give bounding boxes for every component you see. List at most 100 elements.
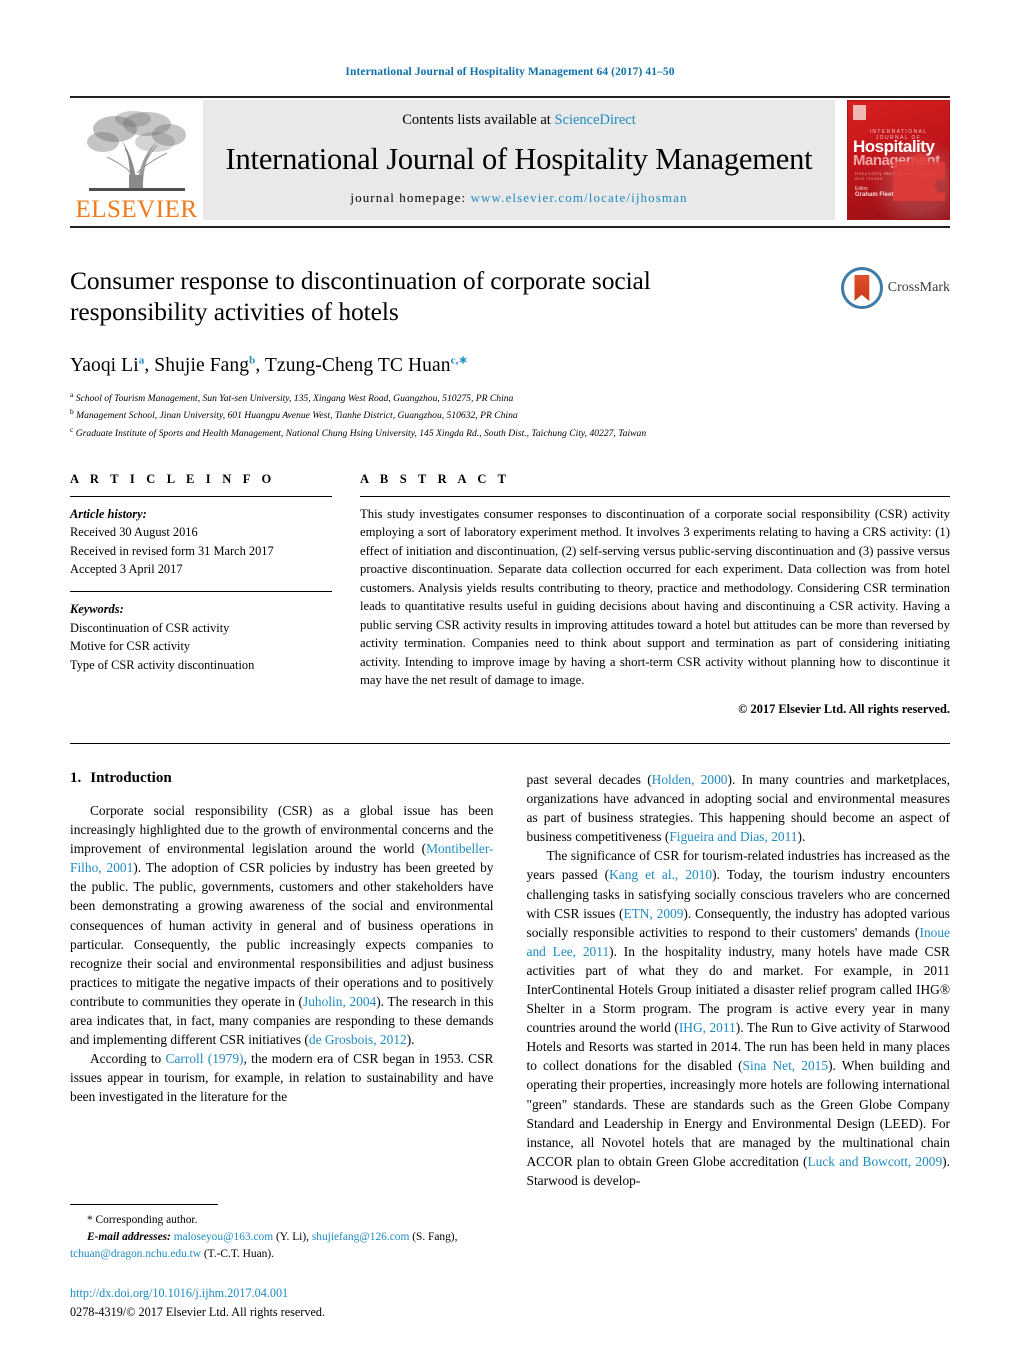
contents-line: Contents lists available at ScienceDirec…	[402, 112, 636, 129]
crossmark-icon	[840, 267, 883, 309]
keyword-2: Motive for CSR activity	[70, 639, 191, 654]
intro-r2-part-f: ). When building and operating their pro…	[526, 1058, 951, 1169]
intro-paragraph-1-continued: past several decades (Holden, 2000). In …	[527, 770, 951, 846]
article-history-revised: Received in revised form 31 March 2017	[70, 543, 274, 558]
page-title: Consumer response to discontinuation of …	[70, 266, 651, 327]
elsevier-wordmark: ELSEVIER	[75, 196, 198, 223]
journal-title: International Journal of Hospitality Man…	[225, 142, 813, 176]
body-column-right: past several decades (Holden, 2000). In …	[527, 770, 951, 1190]
affiliation-list: a School of Tourism Management, Sun Yat-…	[70, 389, 950, 442]
abstract-copyright: © 2017 Elsevier Ltd. All rights reserved…	[738, 701, 950, 716]
author-sep-2: ,	[255, 354, 265, 376]
contents-prefix: Contents lists available at	[402, 112, 555, 128]
author-1-name: Yaoqi Li	[70, 354, 139, 376]
citation-carroll[interactable]: Carroll (1979)	[166, 1051, 244, 1066]
citation-de-grosbois[interactable]: de Grosbois, 2012	[309, 1032, 407, 1047]
crossmark-badge[interactable]: CrossMark	[840, 267, 950, 309]
doi-link[interactable]: http://dx.doi.org/10.1016/j.ijhm.2017.04…	[70, 1284, 570, 1302]
abstract-column: A B S T R A C T This study investigates …	[360, 472, 950, 717]
keywords-rule	[70, 591, 332, 593]
affiliation-c-marker: c	[70, 424, 74, 434]
cover-editor: Editor Graham Fleet	[855, 186, 893, 198]
section-heading-introduction: 1. Introduction	[70, 770, 494, 787]
cover-elsevier-mark-icon	[853, 105, 866, 120]
article-history-received: Received 30 August 2016	[70, 525, 198, 540]
intro-p2-part-a: According to	[90, 1051, 166, 1067]
keywords-label: Keywords:	[70, 602, 124, 617]
article-info-column: A R T I C L E I N F O Article history: R…	[70, 472, 332, 717]
abstract-heading: A B S T R A C T	[360, 471, 511, 486]
email-label: E-mail addresses:	[87, 1230, 171, 1243]
author-3: Tzung-Cheng TC Huanc,∗	[264, 354, 468, 376]
intro-p1-part-b: ). The adoption of CSR policies by indus…	[70, 860, 494, 1009]
affiliation-c: c Graduate Institute of Sports and Healt…	[70, 424, 950, 442]
abstract-text: This study investigates consumer respons…	[360, 506, 950, 688]
keyword-3: Type of CSR activity discontinuation	[70, 657, 255, 672]
author-3-name: Tzung-Cheng TC Huan	[264, 354, 451, 376]
author-3-affiliation-marker: c,∗	[450, 354, 468, 366]
affiliation-b-text: Management School, Jinan University, 601…	[76, 410, 518, 422]
author-1: Yaoqi Lia	[70, 354, 144, 376]
section-title: Introduction	[90, 769, 172, 786]
corresponding-author-note: * Corresponding author.	[87, 1213, 198, 1226]
paper-page: International Journal of Hospitality Man…	[0, 0, 1020, 1351]
author-sep-1: ,	[144, 354, 155, 376]
email-owner-3: (T.-C.T. Huan).	[203, 1247, 274, 1260]
body-columns: 1. Introduction Corporate social responsi…	[70, 770, 950, 1190]
author-list: Yaoqi Lia, Shujie Fangb, Tzung-Cheng TC …	[70, 353, 950, 377]
intro-r1-part-c: ).	[797, 829, 806, 845]
affiliation-a-text: School of Tourism Management, Sun Yat-se…	[75, 392, 514, 404]
journal-homepage-link[interactable]: www.elsevier.com/locate/ijhosman	[471, 190, 688, 205]
homepage-prefix: journal homepage:	[350, 190, 471, 205]
email-owner-1: (Y. Li),	[275, 1230, 309, 1243]
affiliation-b-marker: b	[70, 407, 74, 417]
citation-kang-et-al[interactable]: Kang et al., 2010	[609, 867, 712, 882]
journal-banner: Contents lists available at ScienceDirec…	[203, 100, 835, 220]
body-column-left: 1. Introduction Corporate social responsi…	[70, 770, 494, 1190]
doi-block: http://dx.doi.org/10.1016/j.ijhm.2017.04…	[70, 1284, 570, 1321]
citation-ihg[interactable]: IHG, 2011	[679, 1020, 736, 1035]
citation-etn[interactable]: ETN, 2009	[623, 906, 683, 921]
citation-luck-bowcott[interactable]: Luck and Bowcott, 2009	[807, 1154, 942, 1169]
keyword-1: Discontinuation of CSR activity	[70, 620, 230, 635]
body-divider-rule	[70, 742, 950, 744]
affiliation-b: b Management School, Jinan University, 6…	[70, 406, 950, 424]
email-link-2[interactable]: shujiefang@126.com	[312, 1231, 409, 1243]
intro-paragraph-2: According to Carroll (1979), the modern …	[70, 1049, 494, 1106]
intro-paragraph-3: The significance of CSR for tourism-rela…	[527, 846, 951, 1190]
journal-cover-thumbnail: INTERNATIONAL JOURNAL OF Hospitality Man…	[847, 100, 950, 220]
affiliation-c-text: Graduate Institute of Sports and Health …	[75, 428, 647, 440]
cover-editor-name: Graham Fleet	[855, 192, 894, 198]
title-block: Consumer response to discontinuation of …	[70, 265, 950, 331]
citation-holden[interactable]: Holden, 2000	[652, 772, 728, 787]
footnote-block: * Corresponding author. E-mail addresses…	[70, 1203, 504, 1263]
masthead-bottom-rule	[70, 226, 950, 231]
email-owner-2: (S. Fang),	[412, 1230, 458, 1243]
author-2: Shujie Fangb	[154, 354, 255, 376]
affiliation-a-marker: a	[70, 389, 74, 399]
author-2-name: Shujie Fang	[154, 354, 250, 376]
email-addresses-note: E-mail addresses: maloseyou@163.com (Y. …	[70, 1229, 504, 1263]
citation-juholin[interactable]: Juholin, 2004	[303, 994, 376, 1009]
email-link-1[interactable]: maloseyou@163.com	[174, 1231, 273, 1243]
info-abstract-region: A R T I C L E I N F O Article history: R…	[70, 472, 950, 717]
email-link-3[interactable]: tchuan@dragon.nchu.edu.tw	[70, 1248, 201, 1260]
article-history-accepted: Accepted 3 April 2017	[70, 562, 183, 577]
citation-figueira-dias[interactable]: Figueira and Dias, 2011	[669, 829, 797, 844]
crossmark-label: CrossMark	[887, 280, 950, 295]
article-info-heading: A R T I C L E I N F O	[70, 471, 276, 486]
running-head: International Journal of Hospitality Man…	[345, 66, 675, 78]
intro-p1-part-d: ).	[406, 1032, 415, 1048]
abstract-rule	[360, 495, 950, 497]
journal-masthead: ELSEVIER Contents lists available at Sci…	[70, 96, 950, 226]
affiliation-a: a School of Tourism Management, Sun Yat-…	[70, 389, 950, 407]
sciencedirect-link[interactable]: ScienceDirect	[554, 112, 635, 128]
intro-r1-part-a: past several decades (	[526, 771, 652, 787]
citation-sina-net[interactable]: Sina Net, 2015	[743, 1058, 829, 1073]
footnote-rule	[70, 1203, 218, 1205]
article-info-rule	[70, 495, 332, 497]
intro-paragraph-1: Corporate social responsibility (CSR) as…	[70, 801, 494, 1049]
elsevier-logo: ELSEVIER	[70, 98, 203, 226]
elsevier-tree-icon	[85, 109, 189, 197]
issn-copyright-line: 0278-4319/© 2017 Elsevier Ltd. All right…	[70, 1304, 325, 1319]
